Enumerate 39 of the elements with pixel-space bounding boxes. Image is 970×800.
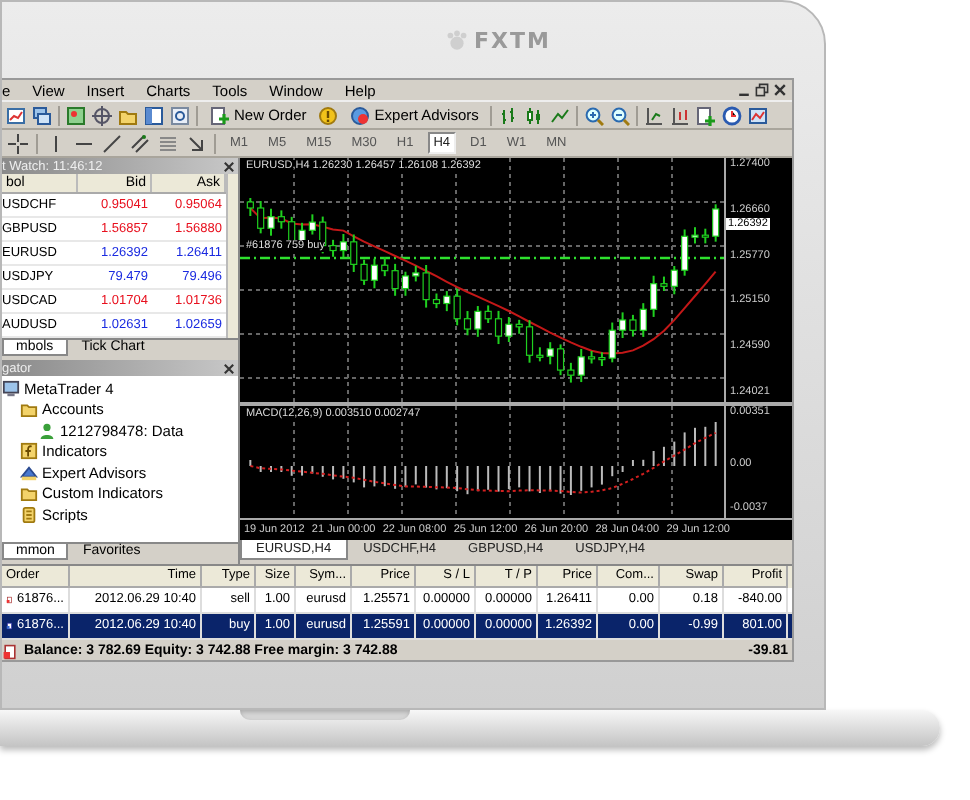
bar-chart-icon[interactable] (498, 105, 519, 125)
document-plus-icon (210, 105, 230, 125)
restore-icon[interactable] (754, 82, 770, 98)
clock-icon[interactable] (722, 105, 743, 125)
person-icon (38, 421, 56, 440)
alert-icon[interactable] (318, 105, 339, 125)
folder-icon (20, 400, 38, 419)
folder-icon (20, 484, 38, 503)
zoom-in-icon[interactable] (584, 105, 605, 125)
close-icon[interactable] (772, 82, 788, 98)
scroll-icon (20, 505, 38, 524)
zoom-out-icon[interactable] (610, 105, 631, 125)
add-indicator-icon[interactable] (696, 105, 717, 125)
chart-shift-icon[interactable] (644, 105, 665, 125)
autoscroll-icon[interactable] (670, 105, 691, 125)
candle (712, 203, 720, 243)
arrow-tool-icon[interactable] (186, 133, 206, 153)
scrollbar[interactable] (226, 174, 238, 338)
logo-text: FXTM (474, 27, 551, 53)
sell-document-icon (6, 592, 13, 608)
chart-icon[interactable] (6, 105, 26, 125)
crosshair-icon[interactable] (8, 133, 28, 153)
buy-document-icon (6, 618, 13, 634)
computer-icon (2, 379, 20, 398)
function-icon (20, 442, 38, 461)
summary-document-icon (2, 643, 18, 659)
target-icon[interactable] (92, 105, 112, 125)
panel-icon[interactable] (144, 105, 164, 125)
picture-icon[interactable] (66, 105, 86, 125)
line-chart-icon[interactable] (550, 105, 571, 125)
logo-icon (446, 29, 468, 51)
channel-icon[interactable] (130, 133, 150, 153)
candle (246, 197, 254, 217)
trend-line-icon[interactable] (102, 133, 122, 153)
close-icon[interactable] (222, 159, 236, 173)
template-icon[interactable] (748, 105, 769, 125)
window-stack-icon[interactable] (32, 105, 52, 125)
candlestick-icon[interactable] (524, 105, 545, 125)
close-icon[interactable] (222, 361, 236, 375)
